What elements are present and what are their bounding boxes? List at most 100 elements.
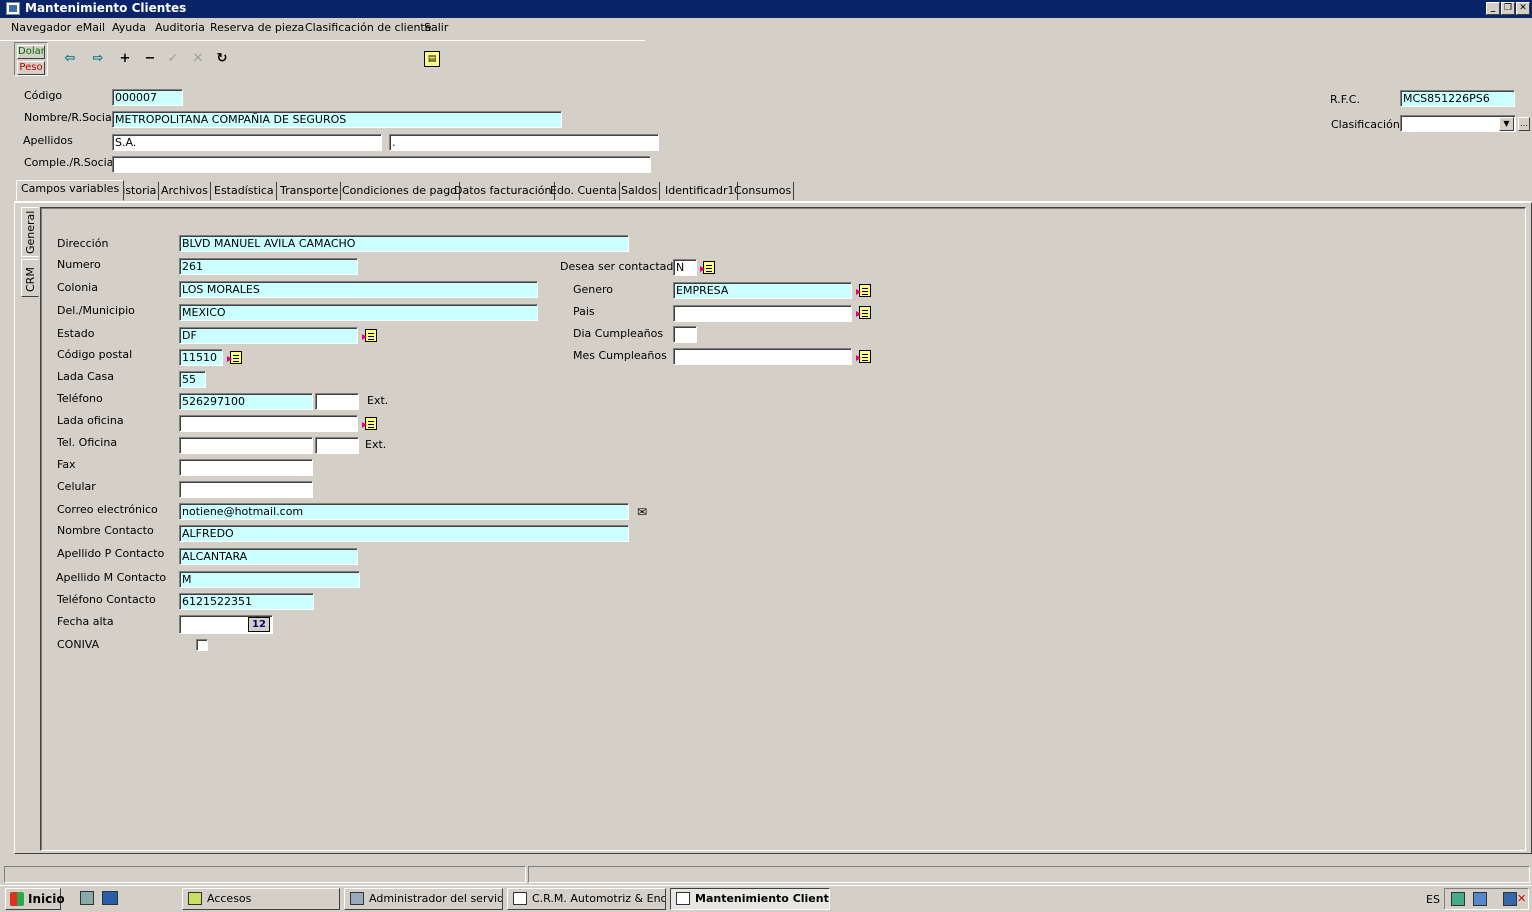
lada-oficina-lookup-icon[interactable] — [362, 416, 379, 432]
mes-lookup-icon[interactable] — [856, 349, 873, 365]
show-desktop-icon[interactable] — [102, 891, 118, 905]
ext-oficina-label: Ext. — [365, 438, 387, 451]
dolar-button[interactable]: Dolar — [17, 45, 45, 59]
menu-salir[interactable]: Salir — [424, 21, 448, 34]
tab-archivos[interactable]: Archivos — [159, 182, 211, 200]
genero-field[interactable]: EMPRESA — [673, 282, 852, 299]
menu-ayuda[interactable]: Ayuda — [112, 21, 146, 34]
estado-field[interactable]: DF — [179, 327, 358, 344]
comple-field[interactable] — [112, 156, 651, 173]
prev-record-icon[interactable]: ⇦ — [63, 52, 77, 66]
nombre-field[interactable]: METROPOLITANA COMPAÑIA DE SEGUROS — [112, 111, 562, 128]
currency-selector: Dolar Peso — [14, 42, 48, 76]
tel-oficina-label: Tel. Oficina — [57, 436, 118, 449]
status-pane-1 — [4, 866, 526, 883]
telefono-field[interactable]: 526297100 — [179, 393, 313, 410]
lada-casa-field[interactable]: 55 — [179, 371, 206, 388]
tel-oficina-ext-field[interactable] — [315, 437, 359, 454]
municipio-field[interactable]: MEXICO — [179, 304, 538, 321]
apellidos-label: Apellidos — [23, 134, 73, 147]
start-button[interactable]: Inicio — [5, 888, 65, 910]
rfc-field[interactable]: MCS851226PS6 — [1400, 90, 1515, 107]
security-tray-icon[interactable] — [1451, 892, 1465, 906]
celular-field[interactable] — [179, 481, 313, 498]
apellido2-field[interactable]: . — [389, 134, 659, 151]
numero-field[interactable]: 261 — [179, 258, 358, 275]
windows-flag-icon — [10, 892, 24, 906]
tab-consumos[interactable]: Consumos — [732, 182, 795, 200]
contactado-lookup-icon[interactable] — [700, 260, 717, 276]
next-record-icon[interactable]: ⇨ — [91, 52, 105, 66]
pais-lookup-icon[interactable] — [856, 305, 873, 321]
menu-email[interactable]: eMail — [76, 21, 105, 34]
tab-condiciones-pago[interactable]: Condiciones de pago — [340, 182, 460, 200]
menu-clasificacion-cliente[interactable]: Clasificación de cliente — [305, 21, 432, 34]
genero-label: Genero — [573, 283, 614, 296]
chevron-down-icon[interactable]: ▼ — [1499, 117, 1514, 131]
apellido-p-field[interactable]: ALCANTARA — [179, 548, 358, 565]
network-tray-icon[interactable] — [1473, 892, 1487, 906]
report-icon[interactable]: ▤ — [424, 51, 440, 67]
send-email-icon[interactable]: ✉ — [634, 504, 650, 520]
dia-cumple-field[interactable] — [673, 326, 697, 343]
apellido-m-field[interactable]: M — [179, 571, 360, 588]
ellipsis-button[interactable]: … — [1518, 117, 1530, 131]
menu-bar: Navegador eMail Ayuda Auditoria Reserva … — [0, 18, 1532, 38]
estado-lookup-icon[interactable] — [362, 328, 379, 344]
side-tab-crm[interactable]: CRM — [21, 259, 39, 297]
restore-button[interactable]: ❐ — [1501, 2, 1515, 15]
telefono-ext-field[interactable] — [315, 393, 359, 410]
task-accesos[interactable]: Accesos — [182, 888, 340, 910]
tab-saldos[interactable]: Saldos — [619, 182, 661, 200]
server-manager-quicklaunch-icon[interactable] — [80, 891, 94, 905]
apellido-m-label: Apellido M Contacto — [56, 571, 167, 584]
apellido1-field[interactable]: S.A. — [112, 134, 382, 151]
direccion-field[interactable]: BLVD MANUEL AVILA CAMACHO — [179, 235, 629, 252]
delete-icon[interactable]: − — [143, 52, 157, 66]
side-tab-general[interactable]: General — [21, 207, 39, 257]
menu-auditoria[interactable]: Auditoria — [155, 21, 205, 34]
close-button[interactable]: ✕ — [1516, 2, 1530, 15]
menu-reserva-pieza[interactable]: Reserva de pieza — [210, 21, 304, 34]
tab-edo-cuenta[interactable]: Edo. Cuenta — [548, 182, 620, 200]
apellido-p-label: Apellido P Contacto — [57, 547, 165, 560]
tab-campos-variables[interactable]: Campos variables — [16, 180, 125, 201]
tab-transporte[interactable]: Transporte — [278, 182, 342, 200]
fax-field[interactable] — [179, 459, 313, 476]
tab-estadistica[interactable]: Estadística — [212, 182, 277, 200]
nombre-contacto-field[interactable]: ALFREDO — [179, 525, 629, 542]
correo-field[interactable]: notiene@hotmail.com — [179, 503, 629, 520]
cp-lookup-icon[interactable] — [227, 350, 244, 366]
nombre-label: Nombre/R.Social — [24, 111, 115, 124]
cancel-icon[interactable]: ✕ — [191, 52, 205, 66]
cp-field[interactable]: 11510 — [179, 349, 223, 366]
codigo-field[interactable]: 000007 — [112, 89, 183, 106]
peso-button[interactable]: Peso — [17, 61, 45, 75]
task-crm-automotriz[interactable]: C.R.M. Automotriz & Enc... — [507, 888, 666, 910]
tel-contacto-field[interactable]: 6121522351 — [179, 593, 314, 610]
status-pane-2 — [528, 866, 1530, 883]
calendar-icon[interactable]: 12 — [248, 617, 270, 632]
minimize-button[interactable]: _ — [1486, 2, 1500, 15]
monitor-tray-icon[interactable] — [1503, 892, 1517, 906]
lada-oficina-field[interactable] — [179, 415, 358, 432]
tab-datos-facturacion[interactable]: Datos facturación — [452, 182, 555, 200]
contactado-field[interactable]: N — [673, 259, 697, 276]
tel-oficina-field[interactable] — [179, 437, 313, 454]
mes-cumple-field[interactable] — [673, 348, 852, 365]
fax-label: Fax — [57, 458, 76, 471]
task-mantenimiento-clientes[interactable]: Mantenimiento Client... — [670, 888, 830, 910]
colonia-field[interactable]: LOS MORALES — [179, 281, 538, 298]
refresh-icon[interactable]: ↻ — [215, 52, 229, 66]
fecha-alta-label: Fecha alta — [57, 615, 114, 628]
tab-identificadr1[interactable]: Identificadr1 — [663, 182, 738, 200]
menu-navegador[interactable]: Navegador — [11, 21, 71, 34]
language-indicator[interactable]: ES — [1426, 893, 1440, 906]
pais-field[interactable] — [673, 305, 852, 322]
volume-muted-icon[interactable]: ✕ — [1517, 892, 1527, 906]
confirm-icon[interactable]: ✓ — [166, 52, 180, 66]
task-administrador-servidor[interactable]: Administrador del servidor — [344, 888, 503, 910]
coniva-checkbox[interactable] — [196, 639, 208, 651]
add-icon[interactable]: + — [118, 52, 132, 66]
genero-lookup-icon[interactable] — [856, 283, 873, 299]
